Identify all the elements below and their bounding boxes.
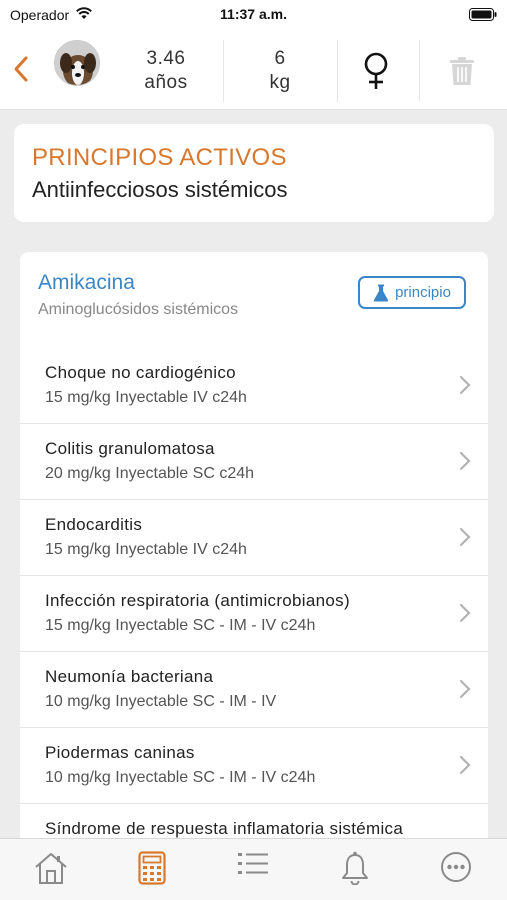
indication-dose: 10 mg/kg Inyectable SC - IM - IV c24h (45, 769, 316, 786)
principio-button-label: principio (395, 284, 451, 301)
chevron-right-icon (459, 375, 471, 395)
header-divider (419, 40, 420, 102)
patient-weight[interactable]: 6 kg (224, 40, 336, 102)
list-item[interactable]: Infección respiratoria (antimicrobianos)… (20, 576, 488, 652)
indication-title: Síndrome de respuesta inflamatoria sisté… (45, 819, 404, 838)
tab-notifications[interactable] (335, 851, 375, 891)
list-item[interactable]: Choque no cardiogénico 15 mg/kg Inyectab… (20, 348, 488, 424)
drug-name: Amikacina (38, 271, 135, 294)
list-item[interactable]: Endocarditis 15 mg/kg Inyectable IV c24h (20, 500, 488, 576)
tab-more[interactable] (436, 851, 476, 891)
indication-dose: 15 mg/kg Inyectable IV c24h (45, 389, 247, 406)
female-symbol-icon (364, 52, 388, 89)
patient-sex-button[interactable] (338, 40, 414, 102)
status-bar: Operador 11:37 a.m. (0, 0, 507, 30)
battery-icon (469, 8, 497, 24)
weight-unit: kg (269, 72, 291, 93)
chevron-right-icon (459, 527, 471, 547)
section-subtitle: Antiinfecciosos sistémicos (32, 177, 288, 202)
list-item[interactable]: Colitis granulomatosa 20 mg/kg Inyectabl… (20, 424, 488, 500)
section-title-card: PRINCIPIOS ACTIVOS Antiinfecciosos sisté… (14, 124, 494, 222)
trash-icon (450, 57, 474, 85)
drug-header: Amikacina Aminoglucósidos sistémicos pri… (20, 252, 488, 338)
patient-age[interactable]: 3.46 años (110, 40, 222, 102)
indication-title: Choque no cardiogénico (45, 363, 236, 382)
indication-title: Colitis granulomatosa (45, 439, 215, 458)
chevron-left-icon (14, 56, 28, 82)
indication-title: Piodermas caninas (45, 743, 195, 762)
bell-icon (341, 851, 368, 885)
age-unit: años (144, 72, 188, 93)
indication-dose: 15 mg/kg Inyectable SC - IM - IV c24h (45, 617, 316, 634)
list-icon (238, 853, 269, 874)
list-item[interactable]: Neumonía bacteriana 10 mg/kg Inyectable … (20, 652, 488, 728)
clock: 11:37 a.m. (220, 6, 287, 22)
drug-group: Aminoglucósidos sistémicos (38, 301, 239, 318)
weight-value: 6 (274, 48, 286, 69)
indication-list: Choque no cardiogénico 15 mg/kg Inyectab… (20, 348, 488, 852)
indication-title: Neumonía bacteriana (45, 667, 214, 686)
section-title: PRINCIPIOS ACTIVOS (32, 144, 287, 171)
patient-header: 3.46 años 6 kg (0, 30, 507, 110)
flask-icon (373, 284, 389, 301)
chevron-right-icon (459, 451, 471, 471)
drug-card: Amikacina Aminoglucósidos sistémicos pri… (20, 252, 488, 852)
indication-title: Endocarditis (45, 515, 143, 534)
chevron-right-icon (459, 755, 471, 775)
chevron-right-icon (459, 679, 471, 699)
chevron-right-icon (459, 603, 471, 623)
principio-button[interactable]: principio (358, 276, 466, 309)
age-value: 3.46 (146, 48, 186, 69)
tab-bar (0, 838, 507, 900)
tab-home[interactable] (31, 851, 71, 891)
delete-button[interactable] (424, 40, 500, 102)
indication-dose: 10 mg/kg Inyectable SC - IM - IV (45, 693, 277, 710)
home-icon (35, 853, 67, 884)
indication-dose: 20 mg/kg Inyectable SC c24h (45, 465, 255, 482)
back-button[interactable] (8, 52, 34, 86)
indication-title: Infección respiratoria (antimicrobianos) (45, 591, 350, 610)
list-item[interactable]: Piodermas caninas 10 mg/kg Inyectable SC… (20, 728, 488, 804)
indication-dose: 15 mg/kg Inyectable IV c24h (45, 541, 247, 558)
calculator-icon (138, 851, 166, 885)
avatar[interactable] (54, 40, 100, 86)
tab-list[interactable] (233, 851, 273, 891)
more-icon (441, 852, 472, 882)
tab-calculator[interactable] (132, 851, 172, 891)
